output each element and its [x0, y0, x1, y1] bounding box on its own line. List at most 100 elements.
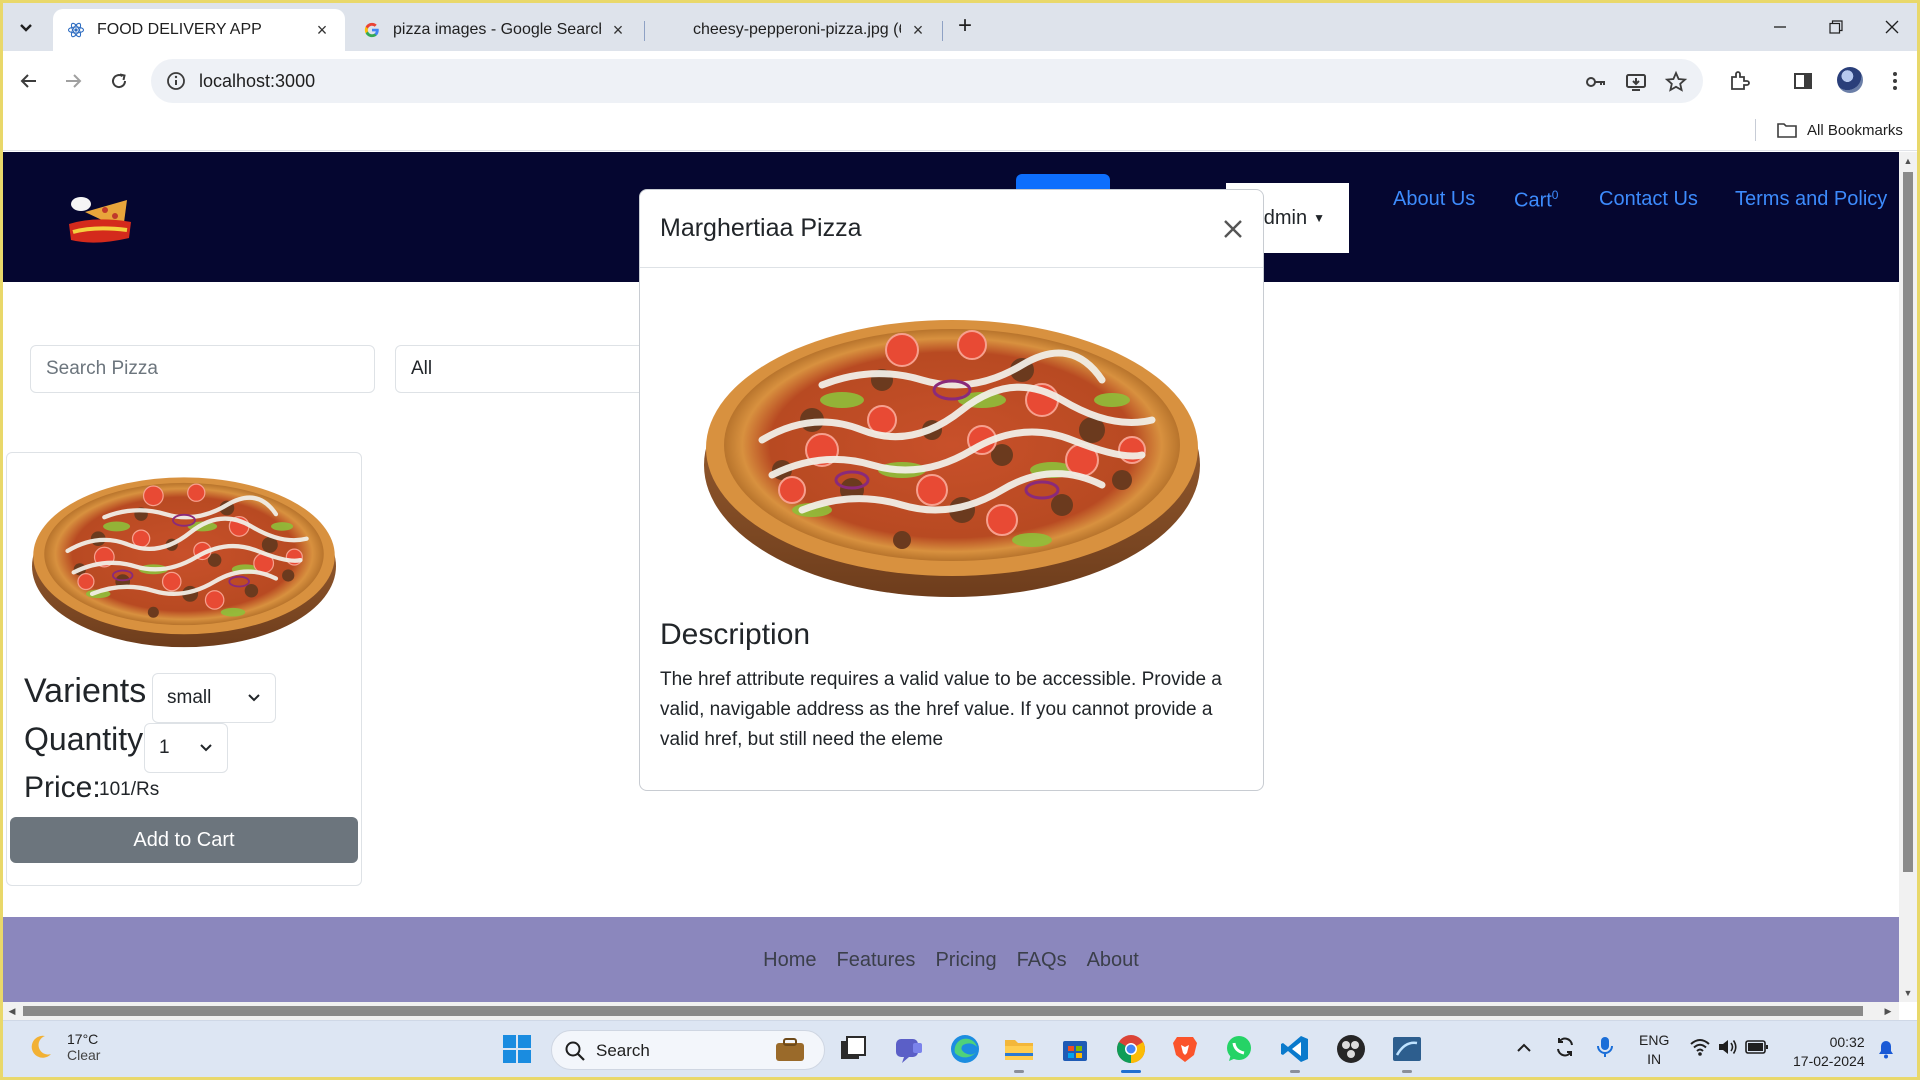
footer-link-home[interactable]: Home — [753, 949, 826, 972]
weather-widget[interactable]: 17°C Clear — [25, 1031, 100, 1063]
nav-link-contact-us[interactable]: Contact Us — [1599, 188, 1698, 211]
extensions-icon[interactable] — [1725, 67, 1753, 95]
restore-button[interactable] — [1809, 11, 1863, 43]
pizza-logo[interactable] — [65, 194, 135, 246]
minimize-button[interactable] — [1753, 11, 1807, 43]
edge-icon[interactable] — [949, 1033, 981, 1065]
tab-separator — [942, 21, 943, 41]
star-icon[interactable] — [1663, 69, 1689, 95]
chevron-up-icon[interactable] — [1515, 1041, 1533, 1055]
info-icon[interactable] — [165, 70, 187, 92]
all-bookmarks-button[interactable]: All Bookmarks — [1777, 119, 1903, 141]
search-icon — [565, 1041, 585, 1061]
system-clock[interactable]: 00:32 17-02-2024 — [1793, 1033, 1865, 1071]
footer-link-about[interactable]: About — [1077, 949, 1149, 972]
teams-chat-icon[interactable] — [893, 1033, 925, 1065]
close-icon[interactable]: × — [313, 20, 331, 40]
store-icon[interactable] — [1059, 1033, 1091, 1065]
minimize-icon — [1774, 26, 1786, 28]
wifi-icon[interactable] — [1689, 1037, 1711, 1057]
forward-button[interactable] — [57, 65, 89, 97]
sync-icon[interactable] — [1553, 1035, 1577, 1059]
language-indicator[interactable]: ENG IN — [1639, 1031, 1669, 1069]
google-icon — [363, 21, 381, 39]
vertical-scroll-thumb[interactable] — [1903, 172, 1913, 872]
battery-icon[interactable] — [1745, 1038, 1769, 1056]
footer-link-pricing[interactable]: Pricing — [925, 949, 1006, 972]
side-panel-icon[interactable] — [1789, 67, 1817, 95]
obs-icon[interactable] — [1335, 1033, 1367, 1065]
close-icon[interactable] — [1218, 214, 1248, 244]
profile-avatar[interactable] — [1837, 67, 1863, 93]
windows-start-icon[interactable] — [501, 1033, 533, 1065]
tab-title: FOOD DELIVERY APP — [97, 21, 262, 38]
close-icon[interactable]: × — [909, 20, 927, 40]
nav-link-cart[interactable]: Cart0 — [1514, 188, 1558, 213]
footer-link-faqs[interactable]: FAQs — [1007, 949, 1077, 972]
quantity-value: 1 — [159, 737, 170, 758]
microphone-icon[interactable] — [1595, 1035, 1615, 1059]
sql-tool-icon[interactable] — [1391, 1033, 1423, 1065]
pizza-image[interactable] — [29, 459, 339, 649]
scroll-right-icon[interactable]: ▶ — [1883, 1006, 1893, 1016]
bookmarks-bar: All Bookmarks — [3, 111, 1917, 151]
install-app-icon[interactable] — [1623, 69, 1649, 95]
back-button[interactable] — [13, 65, 45, 97]
tab-search-button[interactable] — [11, 13, 41, 43]
cart-label: Cart — [1514, 189, 1552, 212]
chrome-icon[interactable] — [1115, 1033, 1147, 1065]
new-tab-button[interactable]: + — [953, 14, 977, 39]
volume-icon[interactable] — [1717, 1037, 1739, 1057]
file-explorer-icon[interactable] — [1003, 1033, 1035, 1065]
briefcase-icon — [776, 1038, 804, 1061]
nav-link-about-us[interactable]: About Us — [1393, 188, 1475, 211]
clock-time: 00:32 — [1829, 1034, 1865, 1050]
quantity-label: Quantity — [24, 721, 144, 757]
arrow-left-icon — [20, 74, 36, 88]
more-menu-icon[interactable] — [1881, 67, 1909, 95]
clock-date: 17-02-2024 — [1793, 1053, 1865, 1069]
horizontal-scroll-thumb[interactable] — [23, 1006, 1863, 1016]
running-indicator — [1014, 1070, 1024, 1073]
add-to-cart-button[interactable]: Add to Cart — [10, 817, 358, 863]
scroll-down-icon[interactable]: ▼ — [1903, 988, 1913, 998]
chevron-down-icon — [200, 744, 212, 752]
quantity-select[interactable]: 1 — [144, 723, 228, 773]
search-pizza-input[interactable] — [30, 345, 375, 393]
language-region: IN — [1647, 1051, 1662, 1067]
whatsapp-icon[interactable] — [1223, 1033, 1255, 1065]
close-window-button[interactable] — [1865, 11, 1917, 43]
brave-icon[interactable] — [1169, 1033, 1201, 1065]
modal-title: Marghertiaa Pizza — [660, 214, 862, 242]
reload-icon — [112, 73, 127, 89]
key-icon[interactable] — [1583, 69, 1609, 95]
close-icon[interactable]: × — [609, 20, 627, 40]
tab-title: cheesy-pepperoni-pizza.jpg (61 — [693, 21, 901, 38]
bookmarks-separator — [1755, 119, 1756, 141]
tab-food-delivery[interactable]: FOOD DELIVERY APP × — [53, 9, 345, 51]
pizza-modal: Marghertiaa Pizza Description The href a… — [639, 189, 1264, 791]
reload-button[interactable] — [103, 65, 135, 97]
notification-bell-icon[interactable] — [1877, 1039, 1895, 1059]
footer-link-features[interactable]: Features — [827, 949, 926, 972]
admin-label: dmin — [1263, 206, 1308, 229]
site-footer: Home Features Pricing FAQs About — [3, 917, 1899, 1002]
horizontal-scrollbar[interactable]: ◀ ▶ — [3, 1002, 1899, 1020]
running-indicator — [1402, 1070, 1412, 1073]
vertical-scrollbar[interactable]: ▲ ▼ — [1899, 152, 1917, 1002]
tab-title: pizza images - Google Search — [393, 21, 601, 38]
vscode-icon[interactable] — [1279, 1033, 1311, 1065]
address-bar[interactable]: localhost:3000 — [151, 59, 1703, 103]
tab-google-search[interactable]: pizza images - Google Search × — [349, 9, 641, 51]
task-view-icon[interactable] — [837, 1033, 869, 1065]
scroll-left-icon[interactable]: ◀ — [7, 1006, 17, 1016]
language-code: ENG — [1639, 1032, 1670, 1048]
tab-image[interactable]: cheesy-pepperoni-pizza.jpg (61 × — [649, 9, 941, 51]
scroll-up-icon[interactable]: ▲ — [1903, 156, 1913, 166]
description-title: Description — [660, 618, 811, 651]
taskbar-search[interactable]: Search — [551, 1030, 825, 1070]
chevron-down-icon — [248, 694, 260, 702]
category-value: All — [411, 358, 433, 379]
variant-select[interactable]: small — [152, 673, 276, 723]
nav-link-terms[interactable]: Terms and Policy — [1735, 188, 1887, 211]
